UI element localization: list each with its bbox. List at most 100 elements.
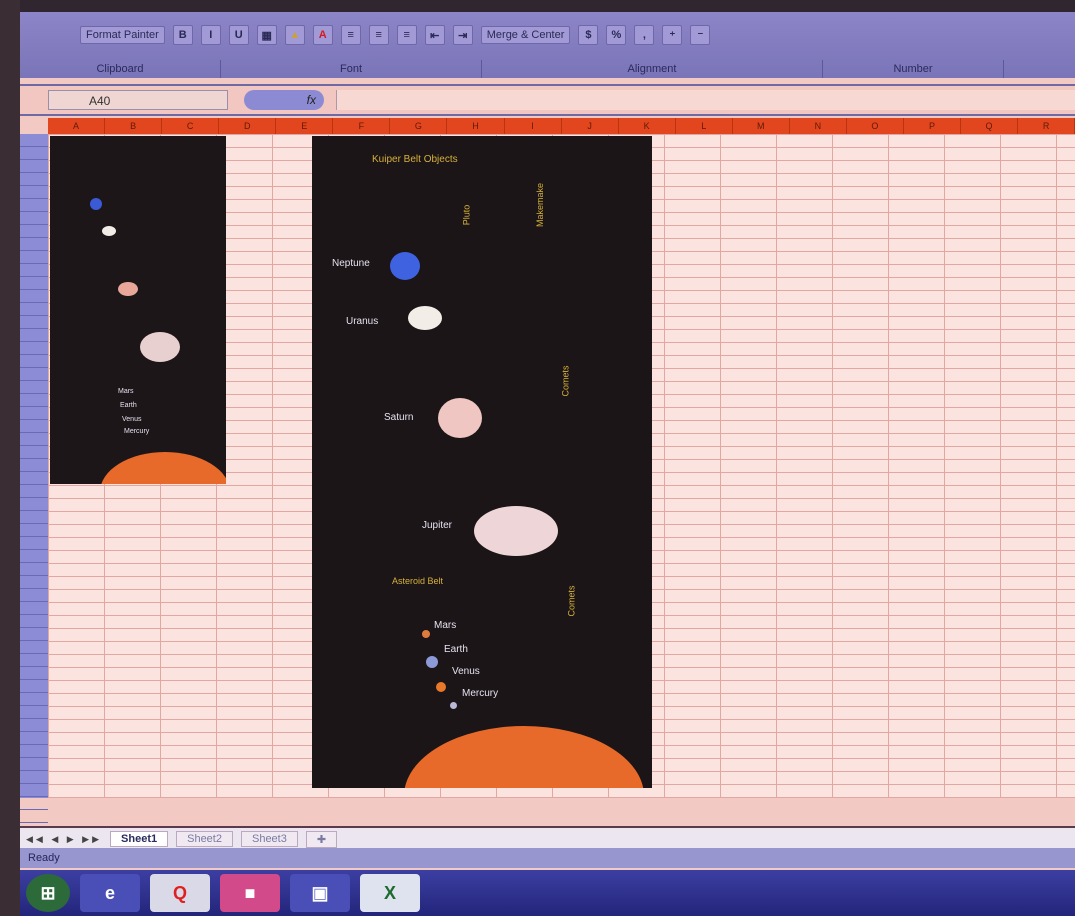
row-header[interactable]	[20, 251, 48, 264]
column-header[interactable]: G	[390, 118, 448, 134]
row-header[interactable]	[20, 589, 48, 602]
start-icon[interactable]: ⊞	[26, 874, 70, 912]
fill-color-icon[interactable]: ▲	[284, 25, 305, 45]
app-window-icon[interactable]: ▣	[290, 874, 350, 912]
borders-icon[interactable]: ▦	[256, 25, 277, 45]
column-header[interactable]: C	[162, 118, 220, 134]
row-header[interactable]	[20, 394, 48, 407]
row-header[interactable]	[20, 329, 48, 342]
underline-button[interactable]: U	[228, 25, 249, 45]
row-header[interactable]	[20, 303, 48, 316]
format-painter-button[interactable]: Format Painter	[80, 26, 165, 44]
row-header[interactable]	[20, 693, 48, 706]
indent-decrease-icon[interactable]: ⇤	[424, 25, 445, 45]
row-header[interactable]	[20, 784, 48, 797]
row-header[interactable]	[20, 446, 48, 459]
column-header[interactable]: F	[333, 118, 391, 134]
decimal-increase-icon[interactable]: ⁺	[662, 25, 683, 45]
insert-sheet-icon[interactable]: ✚	[305, 830, 338, 848]
solar-system-image[interactable]: Kuiper Belt Objects Pluto Makemake Comet…	[312, 136, 652, 788]
column-header[interactable]: R	[1018, 118, 1075, 134]
row-header[interactable]	[20, 212, 48, 225]
row-header[interactable]	[20, 563, 48, 576]
row-header[interactable]	[20, 719, 48, 732]
row-header[interactable]	[20, 602, 48, 615]
merge-center-button[interactable]: Merge & Center	[480, 26, 571, 44]
row-header[interactable]	[20, 472, 48, 485]
formula-input[interactable]	[336, 90, 1075, 110]
tab-sheet1[interactable]: Sheet1	[110, 831, 169, 847]
solar-system-image-small[interactable]: Mars Earth Venus Mercury	[50, 136, 226, 484]
column-header[interactable]: O	[847, 118, 904, 134]
row-header[interactable]	[20, 420, 48, 433]
row-header[interactable]	[20, 368, 48, 381]
row-header[interactable]	[20, 628, 48, 641]
row-header[interactable]	[20, 797, 48, 810]
tab-sheet2[interactable]: Sheet2	[176, 831, 233, 847]
row-header[interactable]	[20, 680, 48, 693]
row-header[interactable]	[20, 290, 48, 303]
align-center-icon[interactable]: ≡	[368, 25, 389, 45]
column-header[interactable]: K	[619, 118, 676, 134]
row-header[interactable]	[20, 316, 48, 329]
percent-icon[interactable]: %	[606, 25, 627, 45]
row-header[interactable]	[20, 485, 48, 498]
tab-sheet3[interactable]: Sheet3	[240, 831, 298, 847]
row-header[interactable]	[20, 758, 48, 771]
q-app-icon[interactable]: Q	[150, 874, 210, 912]
row-header[interactable]	[20, 550, 48, 563]
row-header[interactable]	[20, 641, 48, 654]
comma-icon[interactable]: ,	[634, 25, 655, 45]
column-header[interactable]: N	[790, 118, 847, 134]
column-header[interactable]: H	[447, 118, 505, 134]
row-header[interactable]	[20, 186, 48, 199]
row-header[interactable]	[20, 537, 48, 550]
column-header[interactable]: A	[48, 118, 106, 134]
sheet-nav-arrows-icon[interactable]: ◀◀ ◀ ▶ ▶▶	[26, 834, 102, 845]
row-header[interactable]	[20, 459, 48, 472]
column-header[interactable]: Q	[961, 118, 1019, 134]
font-color-icon[interactable]: A	[312, 25, 333, 45]
row-header[interactable]	[20, 745, 48, 758]
ie-icon[interactable]: e	[80, 874, 140, 912]
row-header[interactable]	[20, 433, 48, 446]
row-header[interactable]	[20, 134, 48, 147]
row-header[interactable]	[20, 381, 48, 394]
row-header[interactable]	[20, 524, 48, 537]
row-header[interactable]	[20, 225, 48, 238]
italic-button[interactable]: I	[200, 25, 221, 45]
row-header[interactable]	[20, 654, 48, 667]
indent-increase-icon[interactable]: ⇥	[452, 25, 473, 45]
column-header[interactable]: I	[505, 118, 562, 134]
bold-button[interactable]: B	[172, 25, 193, 45]
align-left-icon[interactable]: ≡	[340, 25, 361, 45]
row-header[interactable]	[20, 511, 48, 524]
name-box[interactable]: A40	[48, 90, 228, 110]
app-pink-icon[interactable]: ■	[220, 874, 280, 912]
row-header[interactable]	[20, 277, 48, 290]
row-header[interactable]	[20, 147, 48, 160]
row-header[interactable]	[20, 342, 48, 355]
excel-app-icon[interactable]: X	[360, 874, 420, 912]
align-right-icon[interactable]: ≡	[396, 25, 417, 45]
row-header[interactable]	[20, 238, 48, 251]
column-header[interactable]: E	[276, 118, 334, 134]
row-header[interactable]	[20, 173, 48, 186]
decimal-decrease-icon[interactable]: ⁻	[690, 25, 711, 45]
row-header[interactable]	[20, 160, 48, 173]
column-header[interactable]: P	[904, 118, 961, 134]
column-header[interactable]: M	[733, 118, 790, 134]
row-header[interactable]	[20, 615, 48, 628]
currency-icon[interactable]: $	[578, 25, 599, 45]
row-header[interactable]	[20, 667, 48, 680]
column-header[interactable]: B	[105, 118, 163, 134]
insert-function-button[interactable]: fx	[244, 90, 324, 110]
row-header[interactable]	[20, 199, 48, 212]
column-header[interactable]: J	[562, 118, 619, 134]
row-header[interactable]	[20, 355, 48, 368]
row-header[interactable]	[20, 706, 48, 719]
row-header[interactable]	[20, 810, 48, 823]
column-header[interactable]: D	[219, 118, 277, 134]
row-header[interactable]	[20, 407, 48, 420]
row-header[interactable]	[20, 498, 48, 511]
